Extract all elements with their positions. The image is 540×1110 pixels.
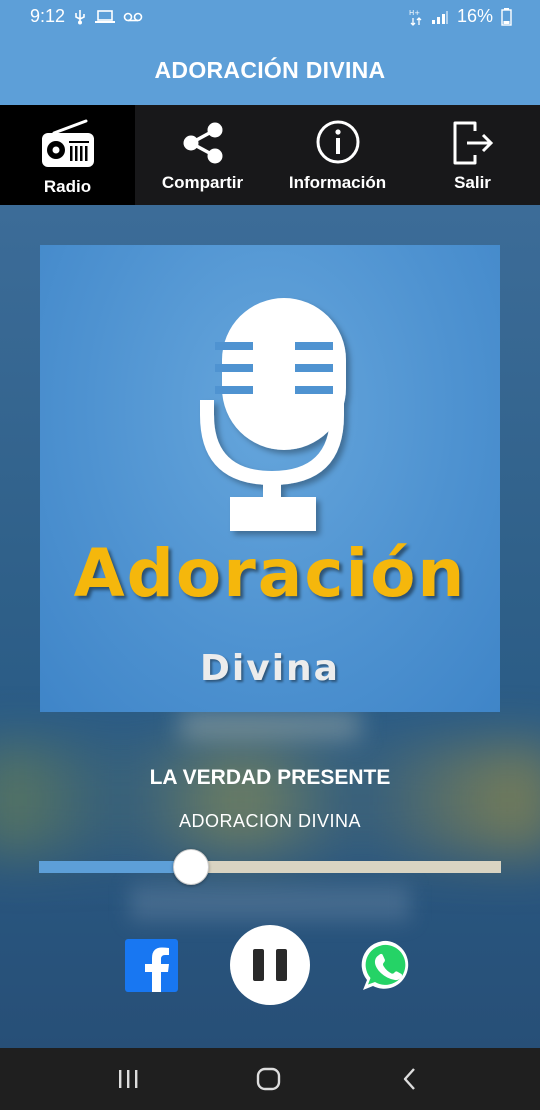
system-nav-bar <box>0 1048 540 1110</box>
share-icon <box>135 119 270 169</box>
cover-logo-title: Adoración <box>73 535 467 612</box>
battery-percent: 16% <box>456 6 493 26</box>
status-right: H+ 16% <box>409 6 512 27</box>
whatsapp-icon <box>361 940 409 990</box>
info-icon <box>270 119 405 169</box>
tab-informacion[interactable]: Información <box>270 105 405 205</box>
station-cover-art: Adoración Divina <box>40 245 500 712</box>
tab-informacion-label: Información <box>288 173 387 192</box>
track-artist: ADORACION DIVINA <box>178 811 362 831</box>
tab-compartir-label: Compartir <box>161 173 244 192</box>
tab-radio-label: Radio <box>43 177 92 196</box>
app-bar: ADORACIÓN DIVINA <box>0 36 540 105</box>
exit-icon <box>405 119 540 169</box>
background-blur <box>0 745 540 855</box>
status-bar: 9:12 H+ 16% <box>0 0 540 36</box>
tab-salir[interactable]: Salir <box>405 105 540 205</box>
usb-icon <box>73 9 87 25</box>
recent-apps-icon[interactable] <box>113 1064 143 1094</box>
whatsapp-button[interactable] <box>360 938 415 993</box>
signal-icon <box>431 9 449 25</box>
laptop-icon <box>95 9 116 24</box>
tab-compartir[interactable]: Compartir <box>135 105 270 205</box>
pause-bar-right <box>276 949 287 981</box>
tab-radio[interactable]: Radio <box>0 105 135 205</box>
background-ghost-text <box>130 885 410 921</box>
player-screen: Adoración Divina LA VERDAD PRESENTE ADOR… <box>0 205 540 1048</box>
pause-bar-left <box>253 949 264 981</box>
tab-bar: Radio Compartir Información Salir <box>0 105 540 205</box>
battery-icon <box>501 7 512 26</box>
microphone-icon <box>200 298 346 531</box>
back-icon[interactable] <box>395 1064 425 1094</box>
track-title: LA VERDAD PRESENTE <box>149 766 391 789</box>
app-title: ADORACIÓN DIVINA <box>154 57 386 83</box>
progress-fill <box>39 861 192 873</box>
cover-logo-subtitle: Divina <box>200 648 340 689</box>
radio-icon <box>0 119 135 169</box>
home-icon[interactable] <box>254 1064 284 1094</box>
status-left: 9:12 <box>30 6 143 27</box>
svg-text:H+: H+ <box>409 9 420 17</box>
status-time: 9:12 <box>30 6 66 26</box>
pause-button[interactable] <box>230 925 310 1005</box>
facebook-icon <box>145 947 169 992</box>
progress-thumb[interactable] <box>173 849 210 885</box>
background-glow <box>180 710 360 740</box>
voicemail-icon <box>123 11 143 23</box>
tab-salir-label: Salir <box>454 173 491 192</box>
facebook-button[interactable] <box>125 939 178 992</box>
network-icon: H+ <box>409 8 423 26</box>
progress-slider[interactable] <box>39 849 501 885</box>
